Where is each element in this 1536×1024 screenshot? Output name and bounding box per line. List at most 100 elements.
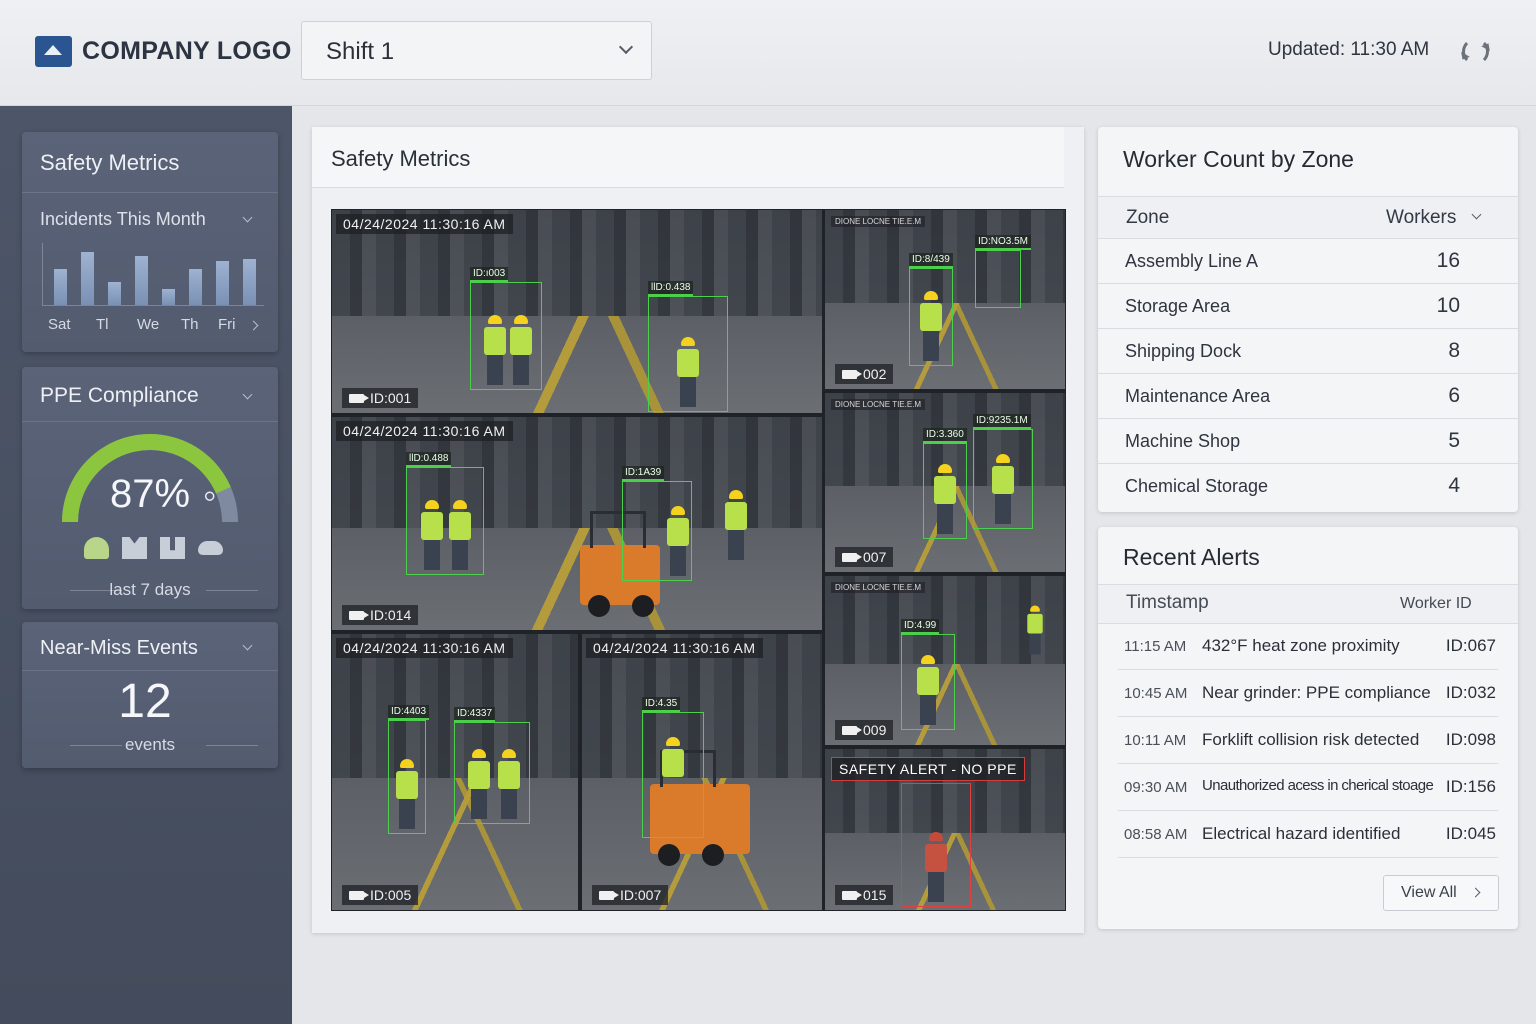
- near-miss-count: 12: [118, 675, 172, 728]
- zone-table-header: Zone Workers: [1098, 196, 1518, 239]
- camera-id-badge: ID:007: [592, 885, 669, 905]
- camera-id-badge: ID:014: [342, 605, 419, 625]
- camera-id-badge: 007: [835, 547, 894, 567]
- day-label: We: [137, 316, 160, 333]
- alert-worker-id: ID:067: [1445, 636, 1496, 655]
- sort-chevron-icon[interactable]: [1471, 209, 1482, 220]
- detection-box[interactable]: ID:8/439: [909, 253, 953, 366]
- camera-panel: Safety Metrics 04/24/2024 11:30:16 AM ID…: [312, 127, 1084, 933]
- table-row[interactable]: Maintenance Area 6: [1098, 374, 1518, 419]
- camera-grid: 04/24/2024 11:30:16 AM ID:ı003 llD:0.438…: [331, 209, 1066, 911]
- vest-icon: [122, 537, 147, 559]
- column-header-workers[interactable]: Workers: [1386, 207, 1456, 229]
- camera-id-badge: 015: [835, 885, 894, 905]
- table-row[interactable]: Shipping Dock 8: [1098, 329, 1518, 374]
- alert-worker-id: ID:045: [1445, 824, 1496, 843]
- divider: [22, 192, 278, 193]
- company-logo[interactable]: COMPANY LOGO: [35, 36, 292, 67]
- camera-feed[interactable]: DIONE LOCNE TIE.E.M ID:3.360 ID:9235.1M …: [825, 393, 1065, 572]
- camera-id: 009: [863, 722, 887, 738]
- detection-box[interactable]: ID:4337: [454, 707, 530, 824]
- alert-row[interactable]: 11:15 AM 432°F heat zone proximity ID:06…: [1118, 623, 1498, 670]
- table-row[interactable]: Chemical Storage 4: [1098, 464, 1518, 509]
- alert-row[interactable]: 08:58 AM Electrical hazard identified ID…: [1118, 811, 1498, 858]
- last-updated-text: Updated: 11:30 AM: [1268, 39, 1430, 60]
- alert-row[interactable]: 10:45 AM Near grinder: PPE compliance ID…: [1118, 670, 1498, 717]
- incident-bar: [108, 282, 121, 305]
- camera-icon: [842, 552, 862, 562]
- detection-label: llD:0.488: [406, 452, 452, 467]
- camera-timestamp: 04/24/2024 11:30:16 AM: [586, 638, 763, 658]
- helmet-icon: [84, 537, 109, 559]
- table-row[interactable]: Machine Shop 5: [1098, 419, 1518, 464]
- detection-box[interactable]: ID:NO3.5M: [975, 235, 1032, 308]
- camera-feed[interactable]: 04/24/2024 11:30:16 AM ID:4.35 ID:007: [582, 634, 822, 910]
- zone-name: Chemical Storage: [1125, 476, 1269, 496]
- column-header-zone[interactable]: Zone: [1126, 207, 1169, 229]
- camera-timestamp: 04/24/2024 11:30:16 AM: [336, 214, 513, 234]
- shift-select-value: Shift 1: [326, 38, 395, 65]
- detection-box[interactable]: llD:0.488: [406, 452, 484, 575]
- camera-feed-alert[interactable]: SAFETY ALERT - NO PPE 015: [825, 749, 1065, 910]
- camera-icon: [349, 890, 369, 900]
- chevron-down-icon[interactable]: [242, 640, 253, 651]
- sidebar: Safety Metrics Incidents This Month Sat …: [0, 106, 292, 1024]
- column-header-timestamp[interactable]: Timstamp: [1126, 592, 1209, 614]
- alert-worker-id: ID:156: [1445, 777, 1496, 796]
- detection-label: ID:1A39: [622, 466, 665, 481]
- alert-message: Unauthorized acess in cherical stoage: [1202, 777, 1434, 794]
- camera-feed[interactable]: 04/24/2024 11:30:16 AM ID:ı003 llD:0.438…: [332, 210, 822, 413]
- zone-worker-count: 16: [1436, 249, 1460, 272]
- ppe-compliance-card: PPE Compliance 87% last 7 days: [22, 367, 278, 609]
- camera-feed[interactable]: 04/24/2024 11:30:16 AM ID:4403 ID:4337 I…: [332, 634, 578, 910]
- zone-worker-count: 4: [1448, 474, 1460, 497]
- alert-row[interactable]: 09:30 AM Unauthorized acess in cherical …: [1118, 764, 1498, 811]
- detection-box[interactable]: ID:4403: [388, 705, 430, 834]
- alert-detection-box[interactable]: [901, 783, 971, 907]
- detection-box[interactable]: ID:1A39: [622, 466, 692, 581]
- chevron-down-icon[interactable]: [242, 389, 253, 400]
- table-row[interactable]: Storage Area 10: [1098, 284, 1518, 329]
- view-all-button[interactable]: View All: [1383, 875, 1499, 911]
- day-label: Tl: [96, 316, 109, 333]
- camera-icon: [842, 890, 862, 900]
- detection-label: ID:4.35: [642, 697, 681, 712]
- incidents-bar-chart: [42, 243, 264, 306]
- detection-box[interactable]: ID:4.99: [901, 619, 955, 730]
- detection-label: llD:0.438: [648, 281, 694, 296]
- alert-message: Electrical hazard identified: [1202, 824, 1401, 843]
- detection-box[interactable]: ID:3.360: [923, 428, 967, 539]
- camera-id: ID:001: [370, 390, 412, 406]
- detection-label: ID:ı003: [470, 267, 509, 282]
- incident-bar: [243, 259, 256, 305]
- camera-timestamp: 04/24/2024 11:30:16 AM: [336, 638, 513, 658]
- incident-bar: [162, 289, 175, 305]
- refresh-icon[interactable]: [1462, 38, 1489, 65]
- chevron-right-icon[interactable]: [248, 320, 259, 331]
- camera-feed[interactable]: DIONE LOCNE TIE.E.M ID:8/439 ID:NO3.5M 0…: [825, 210, 1065, 389]
- alert-worker-id: ID:098: [1445, 730, 1496, 749]
- detection-box[interactable]: ID:9235.1M: [973, 414, 1033, 529]
- detection-label: ID:4.99: [901, 619, 940, 634]
- detection-box[interactable]: ID:4.35: [642, 697, 704, 838]
- ppe-percentage: 87%: [109, 472, 191, 516]
- detection-label: ID:4403: [388, 705, 430, 720]
- camera-icon: [349, 393, 369, 403]
- camera-feed[interactable]: 04/24/2024 11:30:16 AM llD:0.488 ID:1A39…: [332, 417, 822, 630]
- detection-box[interactable]: llD:0.438: [648, 281, 728, 412]
- camera-id: ID:007: [620, 887, 662, 903]
- alert-time: 08:58 AM: [1124, 826, 1188, 843]
- shift-select[interactable]: Shift 1: [301, 21, 652, 80]
- chevron-down-icon[interactable]: [242, 212, 253, 223]
- near-miss-unit: events: [22, 735, 278, 755]
- detection-label: ID:4337: [454, 707, 496, 722]
- detection-box[interactable]: ID:ı003: [470, 267, 542, 390]
- table-row[interactable]: Assembly Line A 16: [1098, 239, 1518, 284]
- incident-bar: [54, 269, 67, 305]
- boots-icon: [160, 537, 185, 559]
- camera-feed[interactable]: DIONE LOCNE TIE.E.M ID:4.99 009: [825, 576, 1065, 745]
- camera-panel-header: Safety Metrics: [312, 127, 1064, 188]
- alert-row[interactable]: 10:11 AM Forklift collision risk detecte…: [1118, 717, 1498, 764]
- column-header-worker-id[interactable]: Worker ID: [1400, 595, 1472, 613]
- worker-count-title: Worker Count by Zone: [1123, 146, 1354, 172]
